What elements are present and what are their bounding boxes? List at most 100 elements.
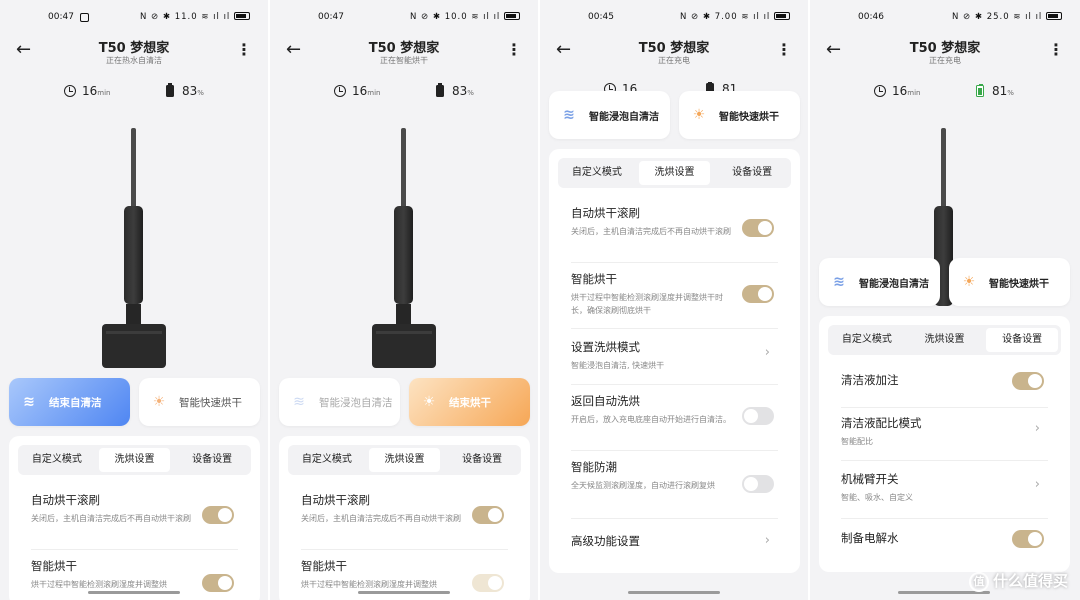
- tab-device-settings[interactable]: 设备设置: [176, 448, 248, 472]
- status-time: 00:47: [48, 12, 74, 22]
- end-self-clean-button[interactable]: ≋ 结束自清洁: [9, 378, 130, 426]
- soak-self-clean-button[interactable]: ≋ 智能浸泡自清洁: [549, 91, 670, 139]
- status-bar: 00:47 N ⊘ ✱ 10.0 ≋ ıl ıl: [270, 10, 538, 26]
- duration-stat: 16min: [334, 84, 380, 98]
- home-indicator[interactable]: [358, 591, 450, 594]
- vacuum-image: [94, 128, 174, 370]
- home-indicator[interactable]: [88, 591, 180, 594]
- setting-row: 自动烘干滚刷 关闭后，主机自清洁完成后不再自动烘干滚刷: [31, 492, 238, 550]
- duration-value: 16: [892, 84, 908, 98]
- setting-row-electrolyzed-water: 制备电解水: [841, 530, 1048, 560]
- device-status: 正在热水自清洁: [106, 56, 162, 65]
- status-bar: 00:46 N ⊘ ✱ 25.0 ≋ ıl ıl: [810, 10, 1080, 26]
- status-time: 00:45: [588, 12, 614, 22]
- charging-battery-icon: [976, 84, 984, 97]
- settings-card: 自定义模式 洗烘设置 设备设置 自动烘干滚刷 关闭后，主机自清洁完成后不再自动烘…: [279, 436, 530, 600]
- sun-icon: ☀: [962, 274, 976, 290]
- quick-dry-button[interactable]: ☀ 智能快速烘干: [679, 91, 800, 139]
- setting-desc: 关闭后，主机自清洁完成后不再自动烘干滚刷: [31, 514, 191, 523]
- toggle-switch[interactable]: [472, 506, 504, 524]
- status-icons: N ⊘ ✱ 25.0 ≋ ıl ıl: [952, 12, 1062, 22]
- battery-status-icon: [504, 12, 520, 20]
- tab-device-settings[interactable]: 设备设置: [446, 448, 518, 472]
- setting-desc: 关闭后，主机自清洁完成后不再自动烘干滚刷: [571, 227, 731, 236]
- setting-row-advanced[interactable]: 高级功能设置 ›: [571, 533, 778, 563]
- mode-right-label: 智能快速烘干: [179, 396, 242, 409]
- battery-value: 83: [182, 84, 198, 98]
- duration-value: 16: [82, 84, 98, 98]
- battery-status-icon: [774, 12, 790, 20]
- toggle-switch[interactable]: [742, 475, 774, 493]
- tab-wash-dry[interactable]: 洗烘设置: [909, 328, 981, 352]
- device-stats: 16min 83%: [0, 83, 268, 104]
- tab-wash-dry[interactable]: 洗烘设置: [368, 448, 441, 472]
- mode-right-label: 智能快速烘干: [989, 278, 1049, 290]
- toggle-switch[interactable]: [1012, 372, 1044, 390]
- setting-desc: 烘干过程中智能检测滚刷湿度并调整烘: [31, 580, 167, 589]
- setting-row: 自动烘干滚刷 关闭后，主机自清洁完成后不再自动烘干滚刷: [301, 492, 508, 550]
- battery-icon: [166, 83, 174, 97]
- self-clean-button[interactable]: ≋ 智能浸泡自清洁: [279, 378, 400, 426]
- setting-name: 清洁液配比模式: [841, 416, 922, 430]
- device-title: T50 梦想家: [368, 41, 440, 56]
- device-title: T50 梦想家: [98, 41, 170, 56]
- tab-custom-mode[interactable]: 自定义模式: [291, 448, 363, 472]
- tab-custom-mode[interactable]: 自定义模式: [21, 448, 93, 472]
- quick-dry-button[interactable]: ☀ 智能快速烘干: [949, 258, 1070, 306]
- sun-icon: ☀: [152, 394, 166, 410]
- tab-wash-dry[interactable]: 洗烘设置: [638, 161, 711, 185]
- screen-3: 00:45 N ⊘ ✱ 7.00 ≋ ıl ıl ← T50 梦想家 正在充电 …: [540, 0, 808, 600]
- battery-unit: %: [467, 89, 474, 97]
- toggle-switch[interactable]: [472, 574, 504, 592]
- toggle-switch[interactable]: [742, 219, 774, 237]
- status-indicators: N ⊘ ✱ 11.0 ≋ ıl ıl: [139, 12, 231, 22]
- more-menu-icon[interactable]: ⋮: [776, 40, 792, 59]
- tab-device-settings[interactable]: 设备设置: [986, 328, 1059, 352]
- header: ← T50 梦想家 正在热水自清洁 ⋮: [0, 34, 268, 74]
- setting-name: 智能防潮: [571, 460, 617, 474]
- toggle-switch[interactable]: [202, 574, 234, 592]
- duration-unit: min: [367, 89, 381, 97]
- toggle-switch[interactable]: [202, 506, 234, 524]
- setting-name: 设置洗烘模式: [571, 340, 640, 354]
- settings-tabs: 自定义模式 洗烘设置 设备设置: [18, 445, 251, 475]
- home-indicator[interactable]: [628, 591, 720, 594]
- setting-desc: 智能浸泡自清洁, 快速烘干: [571, 361, 665, 370]
- duration-stat: 16min: [874, 84, 920, 98]
- setting-name: 智能烘干: [301, 559, 347, 573]
- battery-stat: 83%: [166, 83, 204, 98]
- setting-row-solution-ratio[interactable]: 清洁液配比模式 智能配比 ›: [841, 415, 1048, 461]
- duration-stat: 16min: [64, 84, 110, 98]
- setting-row-robot-arm[interactable]: 机械臂开关 智能、吸水、自定义 ›: [841, 471, 1048, 519]
- mode-left-label: 智能浸泡自清洁: [589, 111, 659, 123]
- wave-icon: ≋: [293, 394, 305, 410]
- toggle-switch[interactable]: [1012, 530, 1044, 548]
- end-dry-button[interactable]: ☀ 结束烘干: [409, 378, 530, 426]
- chevron-right-icon: ›: [764, 345, 770, 360]
- toggle-switch[interactable]: [742, 407, 774, 425]
- more-menu-icon[interactable]: ⋮: [1048, 40, 1064, 59]
- more-menu-icon[interactable]: ⋮: [506, 40, 522, 59]
- setting-name: 智能烘干: [31, 559, 77, 573]
- tab-custom-mode[interactable]: 自定义模式: [831, 328, 903, 352]
- clock-icon: [334, 85, 346, 97]
- tab-wash-dry[interactable]: 洗烘设置: [98, 448, 171, 472]
- tab-device-settings[interactable]: 设备设置: [716, 161, 788, 185]
- tab-custom-mode[interactable]: 自定义模式: [561, 161, 633, 185]
- setting-desc: 智能配比: [841, 437, 873, 446]
- mode-left-label: 结束自清洁: [49, 396, 102, 409]
- setting-row-wash-dry-mode[interactable]: 设置洗烘模式 智能浸泡自清洁, 快速烘干 ›: [571, 339, 778, 385]
- more-menu-icon[interactable]: ⋮: [236, 40, 252, 59]
- setting-desc: 智能、吸水、自定义: [841, 493, 913, 502]
- setting-name: 高级功能设置: [571, 534, 640, 548]
- watermark-text: 什么值得买: [992, 572, 1068, 590]
- quick-dry-button[interactable]: ☀ 智能快速烘干: [139, 378, 260, 426]
- mode-left-label: 智能浸泡自清洁: [319, 396, 393, 409]
- soak-self-clean-button[interactable]: ≋ 智能浸泡自清洁: [819, 258, 940, 306]
- sun-icon: ☀: [422, 394, 436, 410]
- status-icons: N ⊘ ✱ 11.0 ≋ ıl ıl: [140, 12, 250, 22]
- device-status: 正在充电: [929, 56, 961, 65]
- status-time: 00:47: [318, 12, 344, 22]
- toggle-switch[interactable]: [742, 285, 774, 303]
- screen-4: 00:46 N ⊘ ✱ 25.0 ≋ ıl ıl ← T50 梦想家 正在充电 …: [810, 0, 1080, 600]
